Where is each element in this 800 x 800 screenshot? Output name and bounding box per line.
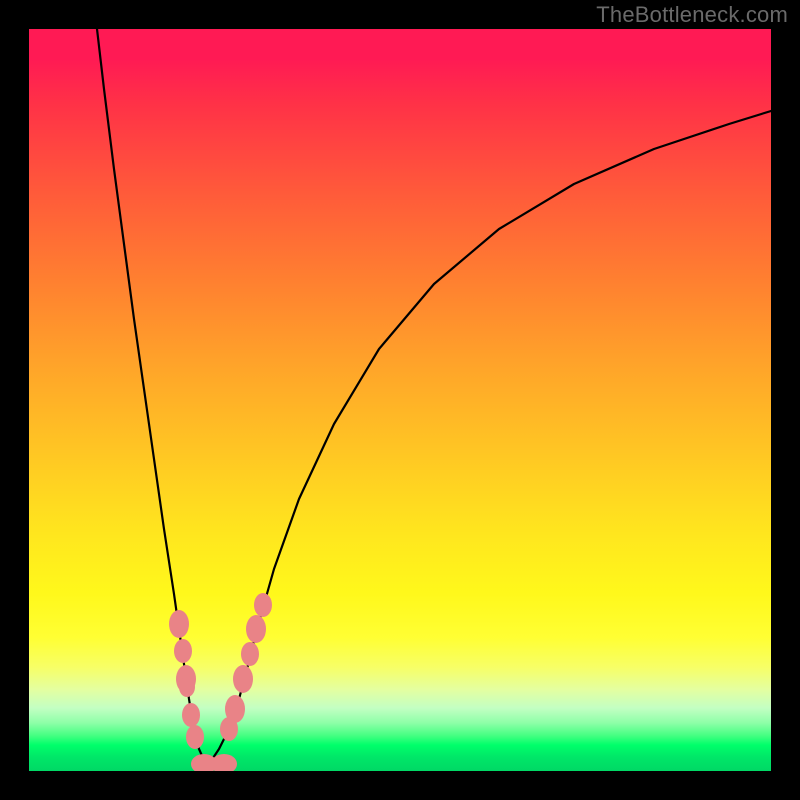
watermark-text: TheBottleneck.com — [596, 2, 788, 28]
bead-marker — [174, 639, 192, 663]
curve-svg — [29, 29, 771, 771]
bead-marker — [211, 754, 237, 771]
bead-marker — [254, 593, 272, 617]
bead-marker — [182, 703, 200, 727]
bead-marker — [169, 610, 189, 638]
bead-marker — [233, 665, 253, 693]
bead-marker — [225, 695, 245, 723]
curve-right-branch — [207, 111, 771, 767]
bead-marker — [186, 725, 204, 749]
bead-marker — [246, 615, 266, 643]
bead-marker — [241, 642, 259, 666]
bead-marker — [179, 677, 195, 697]
plot-area — [29, 29, 771, 771]
frame: TheBottleneck.com — [0, 0, 800, 800]
